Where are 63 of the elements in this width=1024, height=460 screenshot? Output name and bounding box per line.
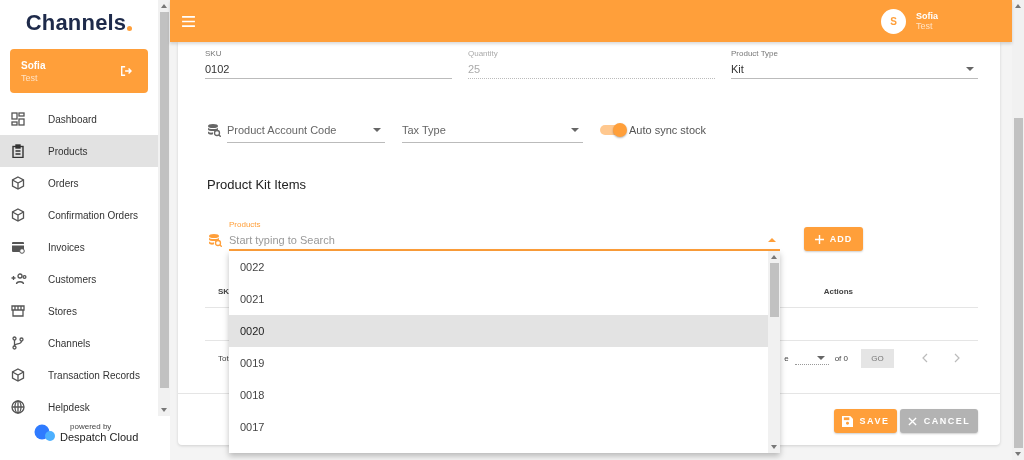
section-heading: Product Kit Items <box>207 176 307 194</box>
nav-item[interactable]: Transaction Records <box>0 359 158 391</box>
nav-item[interactable]: Products <box>0 135 158 167</box>
brand-name: Despatch Cloud <box>60 431 139 443</box>
nav-item[interactable]: Stores <box>0 295 158 327</box>
dropdown-option[interactable]: 0022 <box>229 251 768 283</box>
column-header: SK <box>218 286 230 296</box>
people-add-icon <box>11 272 27 286</box>
nav-item[interactable]: Helpdesk <box>0 391 158 416</box>
logout-icon[interactable] <box>120 65 132 77</box>
close-icon <box>907 416 917 426</box>
brand-logo-icon <box>34 423 56 442</box>
input-field[interactable]: Product Type Kit <box>731 48 978 79</box>
logo-dot <box>127 26 133 31</box>
user-name: Sofia <box>916 11 939 21</box>
caret-icon <box>966 67 974 71</box>
cube-icon <box>11 368 25 382</box>
toggle-label: Auto sync stock <box>629 124 707 136</box>
nav-item[interactable]: Confirmation Orders <box>0 199 158 231</box>
globe-icon <box>11 400 25 414</box>
logo-text: Channels <box>25 9 127 36</box>
go-button[interactable]: GO <box>861 348 894 368</box>
dropdown-option[interactable]: 0017 <box>229 411 768 443</box>
plus-icon <box>814 234 824 244</box>
input-field[interactable]: SKU 0102 <box>205 48 452 79</box>
toggle-switch[interactable] <box>600 125 626 135</box>
database-search-icon <box>207 123 221 137</box>
scrollbar[interactable] <box>158 0 170 416</box>
clipboard-icon <box>11 144 25 158</box>
column-header: Actions <box>823 286 853 296</box>
dropdown-option[interactable]: 0019 <box>229 347 768 379</box>
scrollbar[interactable] <box>768 251 780 453</box>
store-icon <box>11 304 25 318</box>
powered-by-caption: powered by <box>70 422 113 431</box>
user-role: Test <box>916 21 934 31</box>
dropdown-option[interactable]: 0020 <box>229 315 768 347</box>
nav-item[interactable]: Customers <box>0 263 158 295</box>
page-count: of 0 <box>834 353 848 363</box>
chevron-left-icon[interactable] <box>922 353 928 363</box>
caret-icon <box>816 355 825 360</box>
cube-icon <box>11 208 25 222</box>
user-name: Sofia <box>21 59 46 71</box>
caret-icon <box>768 238 776 242</box>
menu-icon[interactable] <box>182 15 195 27</box>
select-field[interactable]: Tax Type <box>402 117 583 143</box>
caret-icon <box>571 127 579 132</box>
nav-item[interactable]: Dashboard <box>0 103 158 135</box>
page-label: e <box>784 353 789 363</box>
card-icon <box>11 240 25 254</box>
cube-icon <box>11 176 25 190</box>
nav-item[interactable]: Channels <box>0 327 158 359</box>
dropdown-option[interactable]: 0021 <box>229 283 768 315</box>
chevron-right-icon[interactable] <box>954 353 960 363</box>
grid-icon <box>11 112 25 126</box>
select-field[interactable]: Product Account Code <box>227 117 385 143</box>
user-role: Test <box>21 72 39 83</box>
caret-icon <box>373 127 381 132</box>
total-label: Tot <box>218 353 229 363</box>
database-search-icon <box>208 233 222 247</box>
nav-item[interactable]: Invoices <box>0 231 158 263</box>
branch-icon <box>11 336 25 350</box>
dropdown-option[interactable]: 0018 <box>229 379 768 411</box>
nav-item[interactable]: Orders <box>0 167 158 199</box>
